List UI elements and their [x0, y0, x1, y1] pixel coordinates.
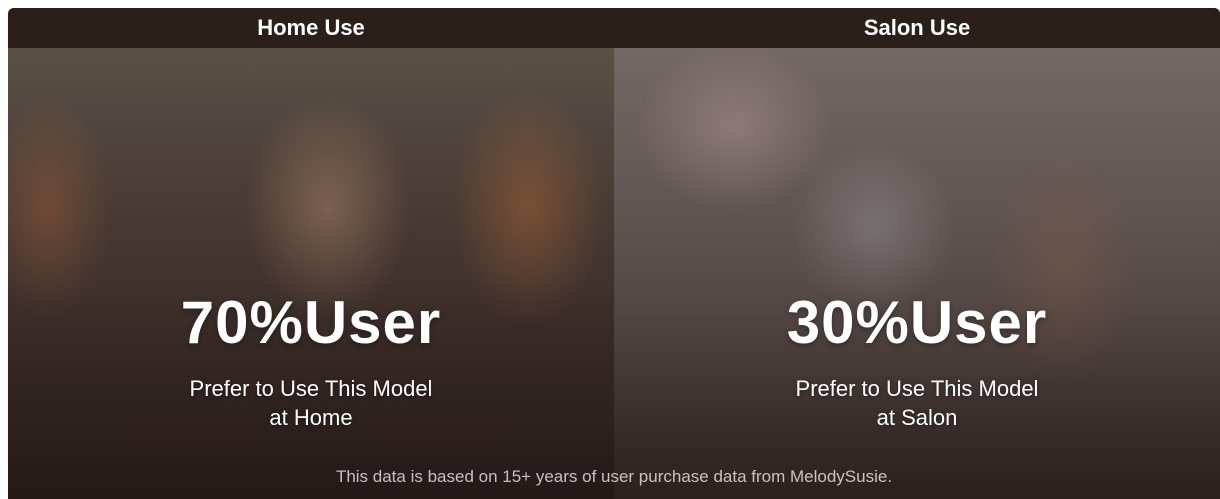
data-source-footnote: This data is based on 15+ years of user … [335, 467, 893, 486]
home-use-stat: 70%User [180, 289, 442, 356]
home-caption-line-1: Prefer to Use This Model [189, 376, 433, 401]
home-use-header-label: Home Use [257, 15, 365, 40]
home-caption-line-2: at Home [269, 405, 353, 430]
salon-use-caption: Prefer to Use This Model at Salon [614, 374, 1220, 432]
home-use-caption: Prefer to Use This Model at Home [8, 374, 614, 432]
home-use-panel: Home Use 70%User Prefer to Use This Mode… [8, 8, 614, 499]
salon-use-panel: Salon Use 30%User Prefer to Use This Mod… [614, 8, 1220, 499]
salon-use-header-label: Salon Use [863, 15, 971, 40]
salon-use-header: Salon Use [614, 8, 1220, 48]
salon-caption-line-2: at Salon [876, 405, 958, 430]
salon-caption-line-1: Prefer to Use This Model [795, 376, 1039, 401]
home-use-header: Home Use [8, 8, 614, 48]
usage-comparison-banner: Home Use 70%User Prefer to Use This Mode… [8, 8, 1220, 499]
salon-use-stat: 30%User [786, 289, 1048, 356]
